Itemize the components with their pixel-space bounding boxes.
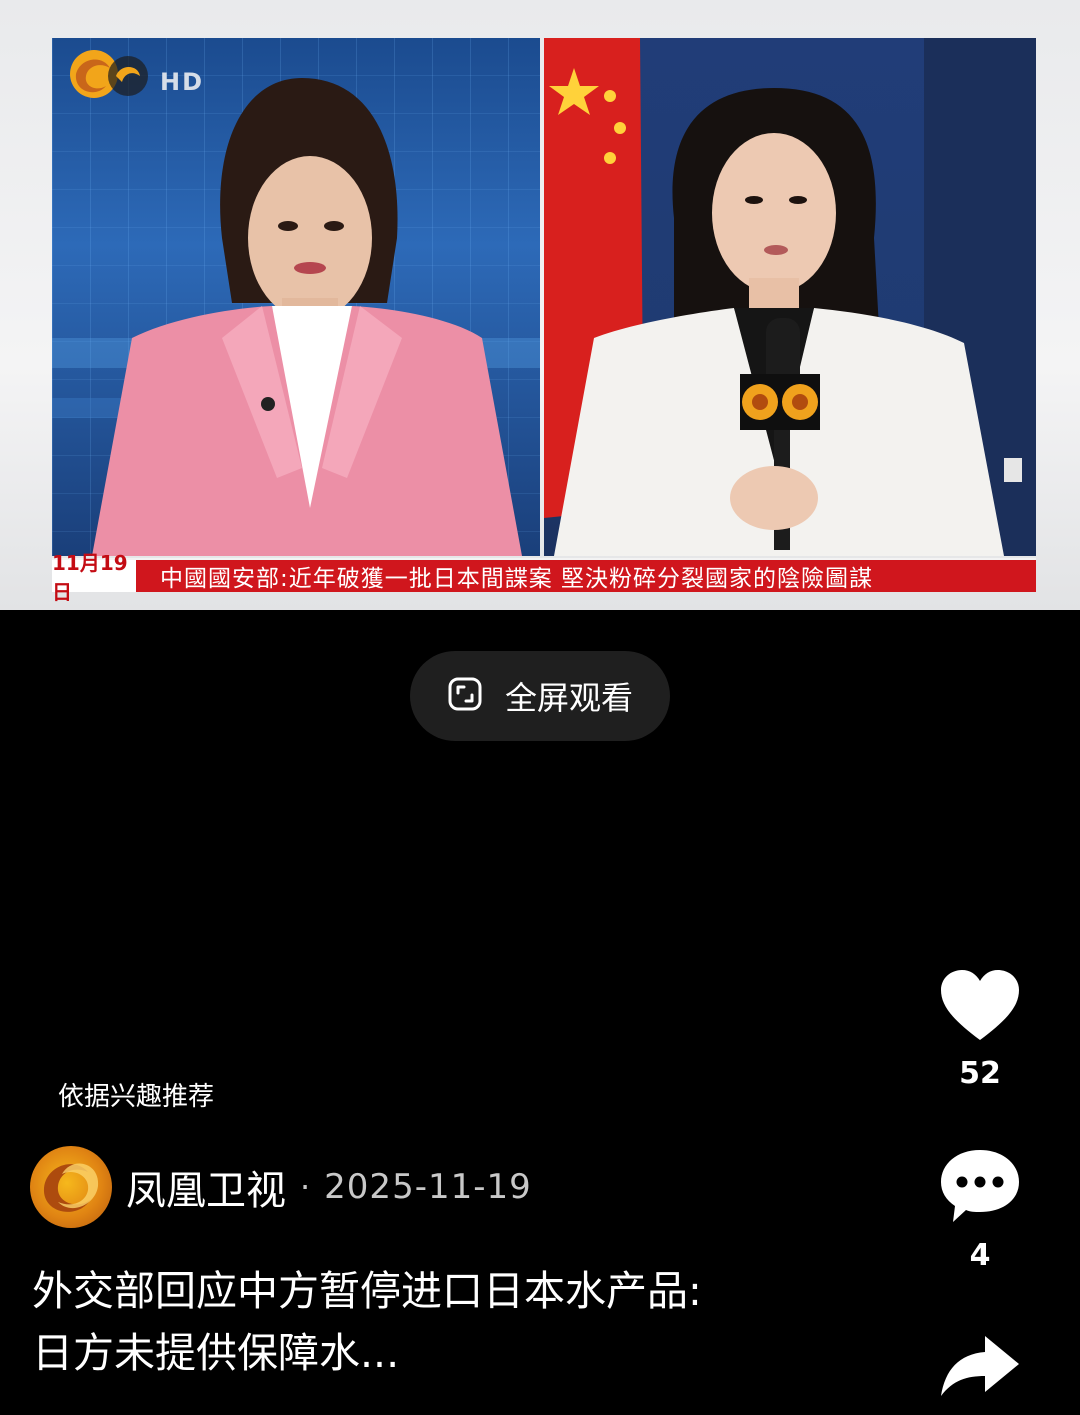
caption-line-1: 外交部回应中方暂停进口日本水产品:	[32, 1267, 702, 1315]
caption-line-2: 日方未提供保障水...	[32, 1329, 400, 1377]
post-caption[interactable]: 外交部回应中方暂停进口日本水产品: 日方未提供保障水...	[32, 1260, 912, 1384]
author-row: 凤凰卫视 · 2025-11-19	[30, 1146, 532, 1228]
author-name[interactable]: 凤凰卫视	[126, 1158, 286, 1216]
fullscreen-label: 全屏观看	[504, 679, 633, 717]
video-player[interactable]: HD 11月19日 中國國安部:近年破獲一批日本間諜案 堅決粉碎分裂國家的陰險圖…	[0, 0, 1080, 610]
comment-icon	[937, 1150, 1023, 1230]
ticker-headline: 中國國安部:近年破獲一批日本間諜案 堅決粉碎分裂國家的陰險圖謀	[160, 566, 874, 592]
news-ticker: 11月19日 中國國安部:近年破獲一批日本間諜案 堅決粉碎分裂國家的陰險圖謀	[52, 551, 1036, 604]
comment-count: 4	[969, 1238, 991, 1273]
recommendation-label: 依据兴趣推荐	[58, 1082, 215, 1112]
ticker-date: 11月19日	[52, 551, 136, 604]
comment-button[interactable]: 4	[930, 1146, 1030, 1273]
share-button[interactable]	[930, 1330, 1030, 1404]
hd-label: HD	[160, 68, 205, 96]
like-button[interactable]: 52	[930, 966, 1030, 1091]
post-date: 2025-11-19	[324, 1167, 532, 1207]
author-avatar[interactable]	[30, 1146, 112, 1228]
fullscreen-button[interactable]: 全屏观看	[410, 651, 670, 741]
heart-icon	[937, 970, 1023, 1048]
like-count: 52	[959, 1056, 1001, 1091]
phoenix-tv-logo	[66, 46, 152, 102]
separator-dot: ·	[300, 1168, 311, 1206]
fullscreen-icon	[447, 676, 483, 716]
reporter-panel	[544, 38, 1036, 556]
share-icon	[937, 1336, 1023, 1404]
news-anchor-panel	[52, 38, 540, 556]
